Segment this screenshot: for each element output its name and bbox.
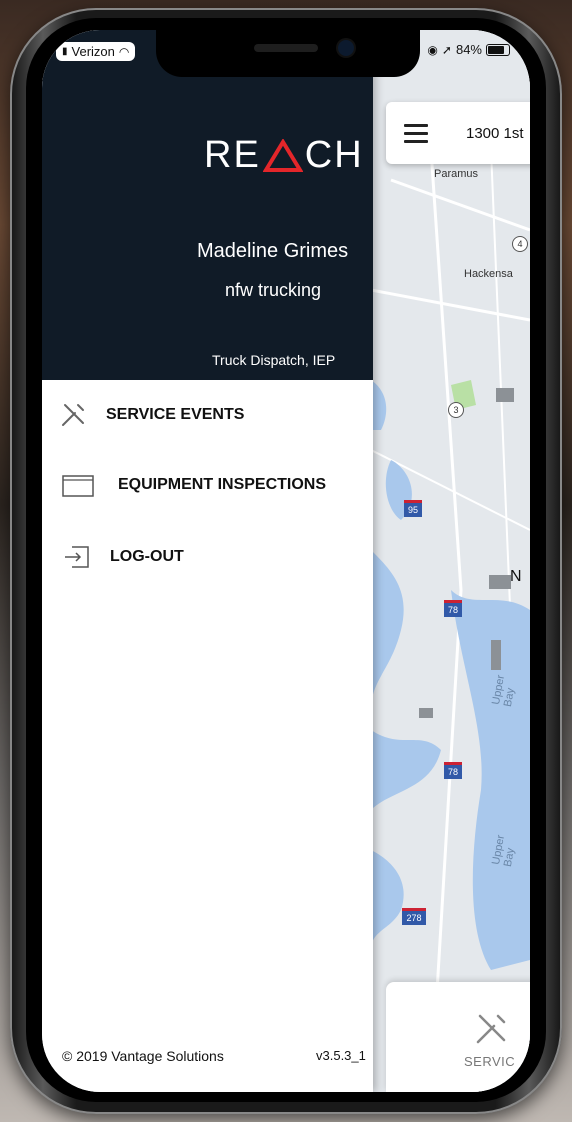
map-label-paramus: Paramus xyxy=(434,168,479,180)
status-bar-left: ▮ Verizon ◠ xyxy=(56,42,136,61)
drawer-header: RE CH Madeline Grimes nfw trucking Truck… xyxy=(42,30,373,380)
phone-screen: Paramus Hackensa N Upper Bay Upper Bay 4… xyxy=(42,30,530,1092)
hamburger-menu-icon[interactable] xyxy=(404,123,428,143)
menu-item-label: EQUIPMENT INSPECTIONS xyxy=(118,476,327,493)
menu-item-equipment-inspections[interactable]: EQUIPMENT INSPECTIONS xyxy=(42,460,373,510)
route-shield-3: 3 xyxy=(448,402,464,418)
menu-item-service-events[interactable]: SERVICE EVENTS xyxy=(42,390,373,440)
battery-icon xyxy=(486,43,510,56)
service-events-card[interactable]: SERVIC xyxy=(386,982,530,1092)
inspection-card-icon xyxy=(62,475,94,497)
logo-triangle-icon xyxy=(262,138,303,172)
rotation-lock-icon: ◉ xyxy=(427,42,438,57)
map-search-bar[interactable]: 1300 1st xyxy=(386,102,530,164)
phone-notch xyxy=(156,30,420,77)
signal-icon: ▮ xyxy=(62,46,68,57)
user-name: Madeline Grimes xyxy=(197,240,349,262)
route-shield-78-b: 78 xyxy=(444,762,462,779)
logo-text-left: RE xyxy=(204,134,261,176)
service-events-card-label: SERVIC xyxy=(464,1054,516,1069)
carrier-name: Verizon xyxy=(71,44,115,59)
footer-version: v3.5.3_1 xyxy=(316,1048,366,1063)
location-icon: ➚ xyxy=(441,42,452,57)
wifi-icon: ◠ xyxy=(118,44,130,59)
map-graphic xyxy=(371,30,530,1092)
logo-text-right: CH xyxy=(304,134,364,176)
search-address[interactable]: 1300 1st xyxy=(466,125,524,142)
user-role: Truck Dispatch, IEP xyxy=(212,352,336,368)
map-label-hackensack: Hackensa xyxy=(464,268,513,280)
menu-item-log-out[interactable]: LOG-OUT xyxy=(42,532,373,582)
route-shield-4: 4 xyxy=(512,236,528,252)
route-shield-278: 278 xyxy=(402,908,426,925)
battery-percent: 84% xyxy=(455,42,482,57)
company-name: nfw trucking xyxy=(225,280,322,300)
tools-icon xyxy=(476,1014,506,1044)
front-camera xyxy=(338,40,354,56)
route-shield-78-a: 78 xyxy=(444,600,462,617)
map-label-n: N xyxy=(510,568,522,585)
status-bar-right: ◉ ➚ 84% xyxy=(427,42,510,57)
menu-item-label: LOG-OUT xyxy=(110,548,184,565)
map-view[interactable] xyxy=(371,30,530,1092)
menu-item-label: SERVICE EVENTS xyxy=(106,406,245,423)
route-shield-95: 95 xyxy=(404,500,422,517)
reach-logo: RE CH xyxy=(204,134,364,177)
navigation-drawer: RE CH Madeline Grimes nfw trucking Truck… xyxy=(42,30,373,1092)
logout-icon xyxy=(65,546,89,568)
tools-icon xyxy=(62,404,84,426)
speaker-grill xyxy=(254,44,318,52)
footer-copyright: © 2019 Vantage Solutions xyxy=(62,1048,224,1064)
